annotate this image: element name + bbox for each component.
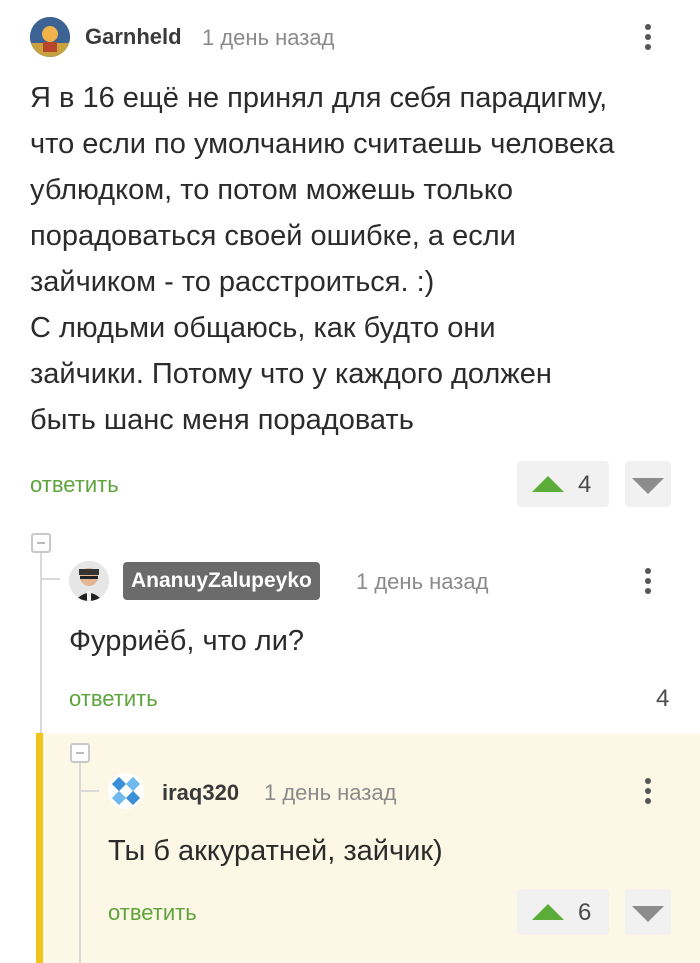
reply-button[interactable]: ответить: [108, 900, 197, 926]
rating-count: 6: [578, 899, 592, 926]
downvote-arrow-icon[interactable]: [632, 906, 664, 922]
downvote-box[interactable]: [625, 461, 671, 507]
author-badge: AnanuyZalupeyko: [123, 562, 320, 600]
more-vertical-icon[interactable]: [636, 20, 660, 56]
comment-text: Ты б аккуратней, зайчик): [108, 835, 443, 867]
more-vertical-icon[interactable]: [636, 564, 660, 600]
username[interactable]: AnanuyZalupeyko: [131, 569, 312, 593]
more-vertical-icon[interactable]: [636, 774, 660, 810]
upvote-box: 4: [517, 461, 609, 507]
timestamp: 1 день назад: [202, 25, 335, 50]
avatar[interactable]: [69, 561, 109, 601]
comment-text: Я в 16 ещё не принял для себя парадигму,…: [30, 82, 615, 436]
avatar[interactable]: [108, 773, 144, 809]
avatar-image: [108, 773, 144, 809]
rating-count: 4: [656, 685, 670, 712]
upvote-box: 6: [517, 889, 609, 935]
comment: iraq320 1 день назад Ты б аккуратней, за…: [0, 760, 700, 963]
reply-button[interactable]: ответить: [69, 686, 158, 712]
username[interactable]: iraq320: [162, 780, 239, 806]
timestamp: 1 день назад: [264, 780, 397, 805]
avatar-image: [30, 17, 70, 57]
avatar[interactable]: [30, 17, 70, 57]
avatar-image: [69, 561, 109, 601]
comment: AnanuyZalupeyko 1 день назад Фурриёб, чт…: [0, 550, 700, 730]
upvote-arrow-icon[interactable]: [532, 904, 564, 920]
rating-count: 4: [578, 471, 592, 498]
downvote-arrow-icon[interactable]: [632, 478, 664, 494]
comment: Garnheld 1 день назад Я в 16 ещё не прин…: [0, 0, 700, 520]
timestamp: 1 день назад: [356, 569, 489, 594]
comment-text: Фурриёб, что ли?: [69, 625, 305, 657]
reply-button[interactable]: ответить: [30, 472, 119, 498]
username[interactable]: Garnheld: [85, 24, 182, 50]
downvote-box[interactable]: [625, 889, 671, 935]
upvote-arrow-icon[interactable]: [532, 476, 564, 492]
